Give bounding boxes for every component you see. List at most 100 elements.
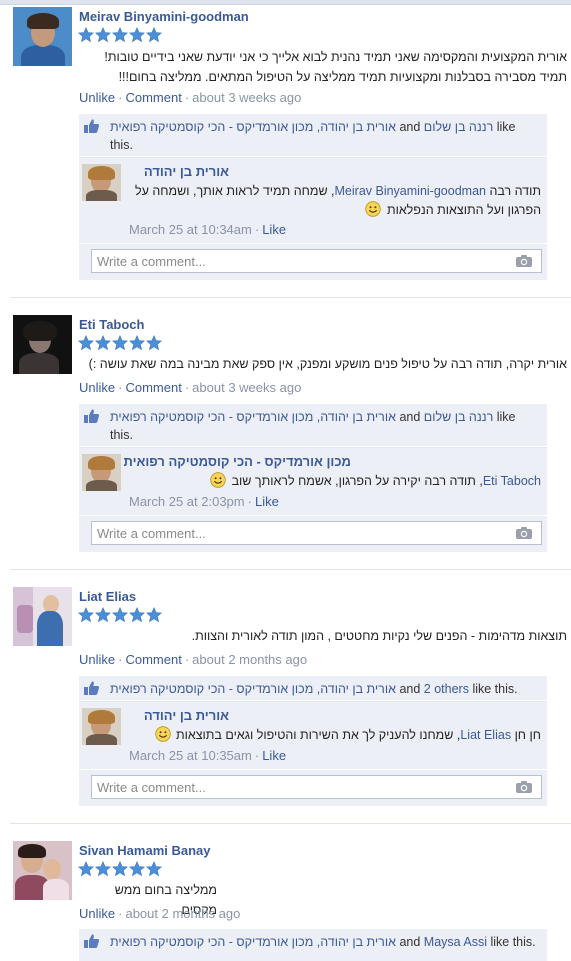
like-names-link[interactable]: אורית בן יהודה, מכון אורמדיקס - הכי קוסמ… bbox=[110, 120, 396, 134]
star-icon bbox=[112, 607, 128, 623]
avatar[interactable] bbox=[13, 841, 72, 900]
like-others-link[interactable]: 2 others bbox=[424, 682, 469, 696]
star-icon bbox=[78, 607, 94, 623]
unlike-link[interactable]: Unlike bbox=[79, 906, 115, 921]
likes-summary: אורית בן יהודה, מכון אורמדיקס - הכי קוסמ… bbox=[79, 114, 547, 156]
reply-avatar[interactable] bbox=[82, 164, 121, 201]
review-actions: Unlike · Comment · about 3 weeks ago bbox=[79, 90, 302, 105]
review-actions: Unlike · Comment · about 3 weeks ago bbox=[79, 380, 302, 395]
unlike-link[interactable]: Unlike bbox=[79, 380, 115, 395]
and-text: and bbox=[399, 410, 421, 424]
reply-like-link[interactable]: Like bbox=[262, 222, 286, 237]
reply-timestamp[interactable]: March 25 at 2:03pm bbox=[129, 494, 245, 509]
thumbs-up-icon bbox=[83, 680, 100, 696]
reply-author[interactable]: אורית בן יהודה bbox=[144, 708, 229, 723]
comment-link[interactable]: Comment bbox=[125, 90, 181, 105]
star-icon bbox=[129, 27, 145, 43]
and-text: and bbox=[399, 935, 421, 949]
star-rating bbox=[78, 335, 162, 353]
star-icon bbox=[129, 607, 145, 623]
comment-link[interactable]: Comment bbox=[125, 652, 181, 667]
star-icon bbox=[146, 27, 162, 43]
star-rating bbox=[78, 607, 162, 625]
like-name-link[interactable]: Maysa Assi bbox=[424, 935, 487, 949]
reply-text: חן חן Liat Elias, שמחנו להעניק לך את השי… bbox=[129, 726, 541, 745]
like-name-link[interactable]: רננה בן שלום bbox=[424, 410, 493, 424]
reply-avatar[interactable] bbox=[82, 708, 121, 745]
top-border bbox=[0, 0, 571, 5]
camera-icon[interactable] bbox=[515, 780, 533, 794]
star-icon bbox=[95, 27, 111, 43]
star-icon bbox=[95, 861, 111, 877]
comment-input[interactable] bbox=[92, 250, 512, 272]
reply-timestamp[interactable]: March 25 at 10:35am bbox=[129, 748, 252, 763]
mention-link[interactable]: Eti Taboch bbox=[483, 474, 541, 488]
likes-summary: אורית בן יהודה, מכון אורמדיקס - הכי קוסמ… bbox=[79, 929, 547, 961]
owner-reply: אורית בן יהודה חן חן Liat Elias, שמחנו ל… bbox=[79, 701, 547, 769]
review-text: אורית יקרה, תודה רבה על טיפול פנים מושקע… bbox=[88, 357, 567, 371]
smiley-icon bbox=[210, 472, 226, 488]
smiley-icon bbox=[155, 726, 171, 742]
reply-avatar[interactable] bbox=[82, 454, 121, 491]
star-icon bbox=[129, 861, 145, 877]
star-icon bbox=[146, 607, 162, 623]
star-icon bbox=[78, 27, 94, 43]
review-author[interactable]: Sivan Hamami Banay bbox=[79, 843, 211, 858]
and-text: and bbox=[399, 120, 421, 134]
camera-icon[interactable] bbox=[515, 254, 533, 268]
avatar[interactable] bbox=[13, 7, 72, 66]
unlike-link[interactable]: Unlike bbox=[79, 90, 115, 105]
like-names-link[interactable]: אורית בן יהודה, מכון אורמדיקס - הכי קוסמ… bbox=[110, 935, 396, 949]
star-icon bbox=[78, 335, 94, 351]
and-text: and bbox=[399, 682, 421, 696]
reply-timestamp[interactable]: March 25 at 10:34am bbox=[129, 222, 252, 237]
like-suffix: like this. bbox=[472, 682, 518, 696]
reply-author[interactable]: מכון אורמדיקס - הכי קוסמטיקה רפואית bbox=[124, 454, 352, 469]
timestamp[interactable]: about 3 weeks ago bbox=[192, 380, 301, 395]
reply-like-link[interactable]: Like bbox=[262, 748, 286, 763]
mention-link[interactable]: Meirav Binyamini-goodman bbox=[335, 184, 486, 198]
reply-text: Eti Taboch, תודה רבה יקירה על הפרגון, אש… bbox=[129, 472, 541, 491]
review-text: תוצאות מדהימות - הפנים שלי נקיות מחטטים … bbox=[191, 629, 567, 643]
reply-text: תודה רבה Meirav Binyamini-goodman, שמחה … bbox=[135, 184, 541, 217]
star-icon bbox=[95, 335, 111, 351]
owner-reply: מכון אורמדיקס - הכי קוסמטיקה רפואית Eti … bbox=[79, 447, 547, 515]
like-name-link[interactable]: אורית בן יהודה, מכון אורמדיקס - הכי קוסמ… bbox=[110, 682, 396, 696]
reply-author[interactable]: אורית בן יהודה bbox=[144, 164, 229, 179]
comment-composer bbox=[79, 244, 547, 280]
avatar[interactable] bbox=[13, 587, 72, 646]
review-text: אורית המקצועית והמקסימה שאני תמיד נהנית … bbox=[104, 50, 567, 84]
likes-summary: אורית בן יהודה, מכון אורמדיקס - הכי קוסמ… bbox=[79, 404, 547, 446]
unlike-link[interactable]: Unlike bbox=[79, 652, 115, 667]
comment-input[interactable] bbox=[92, 776, 512, 798]
review-author[interactable]: Eti Taboch bbox=[79, 317, 144, 332]
review-author[interactable]: Liat Elias bbox=[79, 589, 136, 604]
like-names-link[interactable]: אורית בן יהודה, מכון אורמדיקס - הכי קוסמ… bbox=[110, 410, 396, 424]
divider bbox=[10, 297, 571, 298]
mention-link[interactable]: Liat Elias bbox=[460, 728, 511, 742]
timestamp[interactable]: about 2 months ago bbox=[125, 906, 240, 921]
comment-composer bbox=[79, 516, 547, 552]
divider bbox=[10, 823, 571, 824]
review-actions: Unlike · Comment · about 2 months ago bbox=[79, 652, 308, 667]
avatar[interactable] bbox=[13, 315, 72, 374]
review-author[interactable]: Meirav Binyamini-goodman bbox=[79, 9, 249, 24]
star-icon bbox=[129, 335, 145, 351]
camera-icon[interactable] bbox=[515, 526, 533, 540]
timestamp[interactable]: about 3 weeks ago bbox=[192, 90, 301, 105]
star-icon bbox=[112, 861, 128, 877]
comment-composer bbox=[79, 770, 547, 806]
star-rating bbox=[78, 861, 162, 879]
star-icon bbox=[146, 335, 162, 351]
likes-summary: אורית בן יהודה, מכון אורמדיקס - הכי קוסמ… bbox=[79, 676, 547, 700]
divider bbox=[10, 569, 571, 570]
like-name-link[interactable]: רננה בן שלום bbox=[424, 120, 493, 134]
timestamp[interactable]: about 2 months ago bbox=[192, 652, 307, 667]
star-icon bbox=[112, 335, 128, 351]
comment-link[interactable]: Comment bbox=[125, 380, 181, 395]
reply-like-link[interactable]: Like bbox=[255, 494, 279, 509]
like-suffix: like this. bbox=[490, 935, 536, 949]
comment-input[interactable] bbox=[92, 522, 512, 544]
star-icon bbox=[112, 27, 128, 43]
thumbs-up-icon bbox=[83, 118, 100, 134]
